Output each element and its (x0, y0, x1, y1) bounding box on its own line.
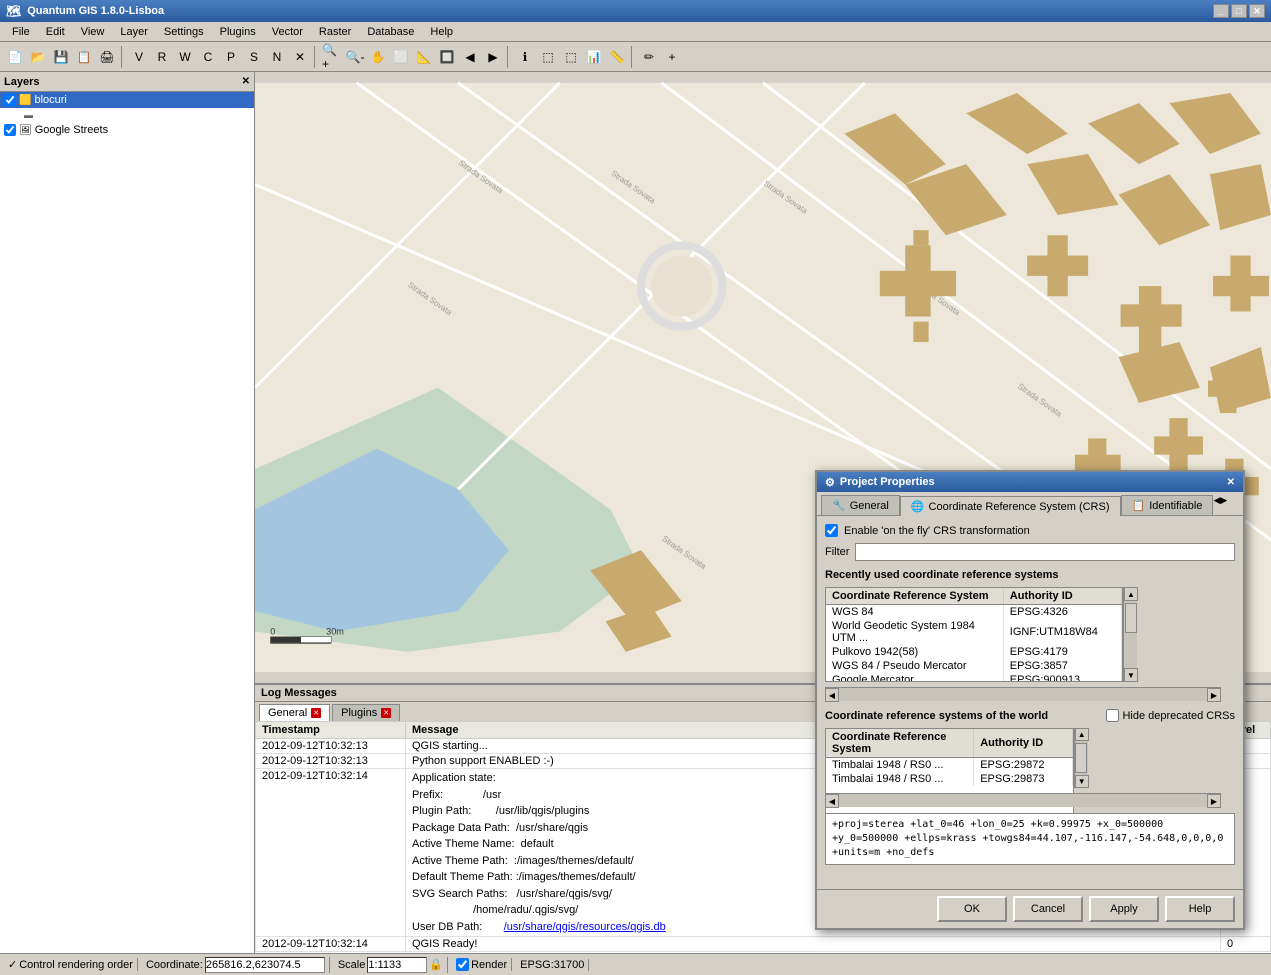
enable-otf-row: Enable 'on the fly' CRS transformation (825, 524, 1235, 537)
dialog-tab-general-icon: 🔧 (832, 499, 846, 512)
dialog-tab-identifiable[interactable]: 📋 Identifiable (1121, 495, 1214, 515)
world-row-1[interactable]: Timbalai 1948 / RS0 ... EPSG:29873 (826, 772, 1072, 786)
dialog-tab-crs[interactable]: 🌐 Coordinate Reference System (CRS) (900, 496, 1121, 516)
recently-used-scrollbar[interactable]: ▲ ▼ (1123, 587, 1137, 682)
scroll-track[interactable] (1124, 601, 1137, 668)
world-name-0: Timbalai 1948 / RS0 ... (826, 758, 974, 773)
recent-name-2: Pulkovo 1942(58) (826, 645, 1003, 659)
recently-used-table: Coordinate Reference System Authority ID… (826, 588, 1122, 682)
dialog-close-btn[interactable]: ✕ (1227, 477, 1235, 488)
world-auth-0: EPSG:29872 (974, 758, 1073, 773)
world-auth-1: EPSG:29873 (974, 772, 1073, 786)
ok-button[interactable]: OK (937, 896, 1007, 922)
dialog-tab-scroll-right[interactable]: ▶ (1220, 495, 1227, 515)
dialog-tab-general-label: General (850, 500, 889, 512)
recent-row-2[interactable]: Pulkovo 1942(58) EPSG:4179 (826, 645, 1122, 659)
dialog-title-icon: ⚙ (825, 476, 835, 489)
recent-col-auth: Authority ID (1003, 588, 1121, 605)
dialog-buttons: OK Cancel Apply Help (817, 889, 1243, 928)
recent-name-4: Google Mercator (826, 673, 1003, 682)
recent-name-3: WGS 84 / Pseudo Mercator (826, 659, 1003, 673)
recent-col-name: Coordinate Reference System (826, 588, 1003, 605)
scroll-thumb[interactable] (1125, 603, 1137, 633)
project-properties-dialog: ⚙ Project Properties ✕ 🔧 General 🌐 Coord… (815, 470, 1245, 930)
world-h-scroll-track[interactable] (839, 794, 1207, 807)
dialog-tab-crs-label: Coordinate Reference System (CRS) (929, 501, 1110, 513)
dialog-title-bar: ⚙ Project Properties ✕ (817, 472, 1243, 492)
world-crs-title: Coordinate reference systems of the worl… (825, 710, 1048, 722)
filter-label: Filter (825, 546, 849, 558)
world-corner-square (1221, 793, 1235, 807)
scroll-down-btn[interactable]: ▼ (1124, 668, 1138, 682)
recently-used-h-scrollbar[interactable]: ◀ ▶ (825, 687, 1221, 701)
dialog-tab-general[interactable]: 🔧 General (821, 495, 900, 515)
world-crs-header: Coordinate reference systems of the worl… (825, 709, 1235, 722)
world-col-name: Coordinate Reference System (826, 729, 974, 758)
dialog-tab-crs-icon: 🌐 (911, 500, 925, 513)
world-h-scroll-right[interactable]: ▶ (1207, 794, 1221, 808)
dialog-body: Enable 'on the fly' CRS transformation F… (817, 516, 1243, 889)
scroll-up-btn[interactable]: ▲ (1124, 587, 1138, 601)
recent-row-0[interactable]: WGS 84 EPSG:4326 (826, 605, 1122, 620)
dialog-overlay: ⚙ Project Properties ✕ 🔧 General 🌐 Coord… (0, 0, 1271, 975)
proj-string: +proj=sterea +lat_0=46 +lon_0=25 +k=0.99… (825, 813, 1235, 865)
filter-row: Filter (825, 543, 1235, 561)
recent-auth-4: EPSG:900913 (1003, 673, 1121, 682)
enable-otf-label: Enable 'on the fly' CRS transformation (844, 525, 1030, 537)
world-scroll-thumb[interactable] (1075, 743, 1087, 773)
dialog-tab-id-label: Identifiable (1149, 500, 1202, 512)
recent-row-4[interactable]: Google Mercator EPSG:900913 (826, 673, 1122, 682)
world-name-1: Timbalai 1948 / RS0 ... (826, 772, 974, 786)
recently-used-table-container[interactable]: Coordinate Reference System Authority ID… (825, 587, 1123, 682)
world-crs-table-container[interactable]: Coordinate Reference System Authority ID… (825, 728, 1074, 823)
recent-auth-1: IGNF:UTM18W84 (1003, 619, 1121, 645)
h-scroll-left-btn[interactable]: ◀ (825, 688, 839, 702)
hide-deprecated-label: Hide deprecated CRSs (1106, 709, 1235, 722)
recently-used-title: Recently used coordinate reference syste… (825, 569, 1235, 581)
recent-auth-3: EPSG:3857 (1003, 659, 1121, 673)
world-row-0[interactable]: Timbalai 1948 / RS0 ... EPSG:29872 (826, 758, 1072, 773)
recent-row-3[interactable]: WGS 84 / Pseudo Mercator EPSG:3857 (826, 659, 1122, 673)
dialog-tab-scroll-left[interactable]: ◀ (1213, 495, 1220, 515)
hide-deprecated-checkbox[interactable] (1106, 709, 1119, 722)
recent-auth-2: EPSG:4179 (1003, 645, 1121, 659)
world-scroll-track[interactable] (1075, 741, 1088, 775)
world-scroll-up[interactable]: ▲ (1075, 728, 1089, 741)
world-h-scroll-left[interactable]: ◀ (825, 794, 839, 808)
world-scroll-down[interactable]: ▼ (1075, 775, 1089, 788)
world-crs-table: Coordinate Reference System Authority ID… (826, 729, 1073, 786)
h-scroll-row-world: ◀ ▶ (825, 793, 1235, 807)
world-crs-h-scrollbar[interactable]: ◀ ▶ (825, 793, 1221, 807)
h-scroll-right-btn[interactable]: ▶ (1207, 688, 1221, 702)
dialog-tabs: 🔧 General 🌐 Coordinate Reference System … (817, 492, 1243, 516)
world-col-auth: Authority ID (974, 729, 1073, 758)
apply-button[interactable]: Apply (1089, 896, 1159, 922)
recently-used-container: Coordinate Reference System Authority ID… (825, 587, 1235, 682)
cancel-button[interactable]: Cancel (1013, 896, 1083, 922)
filter-input[interactable] (855, 543, 1235, 561)
h-scroll-row-recent: ◀ ▶ (825, 687, 1235, 701)
corner-square (1221, 687, 1235, 701)
dialog-tab-id-icon: 📋 (1132, 499, 1146, 512)
world-crs-container: Coordinate Reference System Authority ID… (825, 728, 1235, 788)
h-scroll-track[interactable] (839, 688, 1207, 701)
world-crs-scrollbar[interactable]: ▲ ▼ (1074, 728, 1088, 788)
recent-row-1[interactable]: World Geodetic System 1984 UTM ... IGNF:… (826, 619, 1122, 645)
help-button[interactable]: Help (1165, 896, 1235, 922)
recent-name-1: World Geodetic System 1984 UTM ... (826, 619, 1003, 645)
recent-auth-0: EPSG:4326 (1003, 605, 1121, 620)
enable-otf-checkbox[interactable] (825, 524, 838, 537)
recent-name-0: WGS 84 (826, 605, 1003, 620)
dialog-title-text: Project Properties (840, 476, 935, 488)
